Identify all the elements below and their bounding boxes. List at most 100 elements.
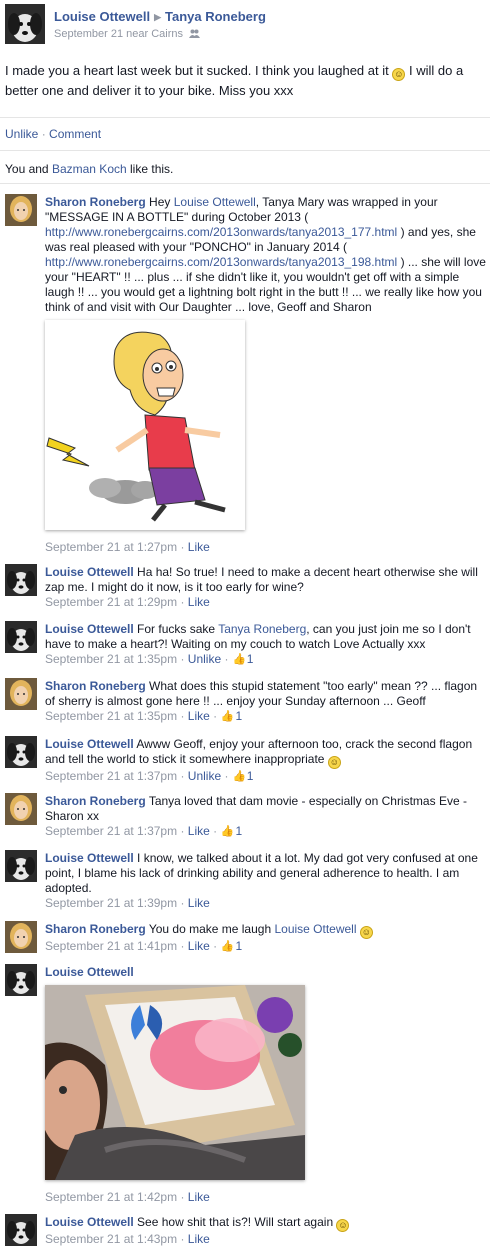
thumbs-up-icon: 👍	[232, 652, 247, 666]
comment-body: Sharon Roneberg What does this stupid st…	[45, 679, 490, 724]
comment-item: Louise Ottewell September 21 at 1:42pm ·…	[5, 964, 485, 1204]
post-actions: Unlike · Comment	[5, 127, 102, 141]
comment-author[interactable]: Sharon Roneberg	[45, 195, 146, 209]
comment-meta: September 21 at 1:43pm · Like	[45, 1232, 210, 1246]
comment-item: Louise Ottewell Awww Geoff, enjoy your a…	[5, 736, 485, 784]
thumbs-up-icon: 👍	[232, 769, 247, 783]
url-link[interactable]: http://www.ronebergcairns.com/2013onward…	[45, 225, 397, 239]
comment-meta: September 21 at 1:35pm · Like · 👍1	[45, 709, 243, 723]
comment-body: Sharon Roneberg Tanya loved that dam mov…	[45, 794, 490, 839]
heart-photo[interactable]	[45, 985, 305, 1180]
comment-timestamp[interactable]: September 21 at 1:29pm	[45, 595, 177, 609]
like-button[interactable]: Like	[188, 1190, 210, 1204]
comment-body: Louise Ottewell For fucks sake Tanya Ron…	[45, 622, 490, 667]
post-header: Louise Ottewell ▶ Tanya Roneberg September…	[0, 0, 490, 50]
comment-timestamp[interactable]: September 21 at 1:35pm	[45, 652, 177, 666]
like-button[interactable]: Like	[188, 709, 210, 723]
comment-timestamp[interactable]: September 21 at 1:43pm	[45, 1232, 177, 1246]
comment-author[interactable]: Louise Ottewell	[45, 851, 134, 865]
commenter-avatar[interactable]	[5, 921, 37, 953]
commenter-avatar[interactable]	[5, 564, 37, 596]
comment-timestamp[interactable]: September 21 at 1:42pm	[45, 1190, 177, 1204]
thumbs-up-icon: 👍	[221, 939, 235, 953]
comment-item: Louise Ottewell I know, we talked about …	[5, 850, 485, 912]
like-count[interactable]: 👍1	[232, 652, 254, 666]
comment-item: Sharon Roneberg Hey Louise Ottewell, Tan…	[5, 194, 486, 556]
unlike-button[interactable]: Unlike	[188, 769, 221, 783]
commenter-avatar[interactable]	[5, 793, 37, 825]
arrow-right-icon: ▶	[154, 12, 161, 22]
mention-link[interactable]: Louise Ottewell	[174, 195, 256, 209]
comment-author[interactable]: Sharon Roneberg	[45, 922, 146, 936]
like-count[interactable]: 👍1	[220, 939, 242, 953]
post-target-link[interactable]: Tanya Roneberg	[165, 9, 266, 24]
like-button[interactable]: Like	[188, 896, 210, 910]
like-count[interactable]: 👍1	[232, 769, 254, 783]
post-timestamp[interactable]: September 21 near Cairns	[54, 28, 183, 40]
comment-timestamp[interactable]: September 21 at 1:37pm	[45, 769, 177, 783]
comment-author[interactable]: Sharon Roneberg	[45, 794, 146, 808]
post-meta: September 21 near Cairns	[54, 28, 201, 40]
comment-author[interactable]: Louise Ottewell	[45, 737, 134, 751]
divider	[0, 183, 490, 184]
comment-body: Louise Ottewell Awww Geoff, enjoy your a…	[45, 737, 490, 784]
like-count[interactable]: 👍1	[220, 824, 242, 838]
comment-body: Sharon Roneberg Hey Louise Ottewell, Tan…	[45, 195, 486, 314]
comment-author[interactable]: Sharon Roneberg	[45, 679, 146, 693]
comment-author[interactable]: Louise Ottewell	[45, 565, 134, 579]
comment-timestamp[interactable]: September 21 at 1:35pm	[45, 709, 177, 723]
comment-meta: September 21 at 1:42pm · Like	[45, 1190, 210, 1204]
comment-body: Louise Ottewell I know, we talked about …	[45, 851, 490, 911]
comment-body: Louise Ottewell See how shit that is?! W…	[45, 1215, 490, 1247]
commenter-avatar[interactable]	[5, 964, 37, 996]
post-names: Louise Ottewell ▶ Tanya Roneberg	[54, 9, 266, 24]
like-button[interactable]: Like	[188, 540, 210, 554]
like-button[interactable]: Like	[188, 595, 210, 609]
liker-link[interactable]: Bazman Koch	[52, 162, 127, 176]
like-count[interactable]: 👍1	[220, 709, 242, 723]
mention-link[interactable]: Tanya Roneberg	[218, 622, 306, 636]
commenter-avatar[interactable]	[5, 621, 37, 653]
comment-author[interactable]: Louise Ottewell	[45, 1215, 134, 1229]
divider	[0, 150, 490, 151]
thumbs-up-icon: 👍	[221, 824, 235, 838]
comment-item: Louise Ottewell Ha ha! So true! I need t…	[5, 564, 485, 612]
smiley-icon: ☺	[336, 1219, 350, 1232]
commenter-avatar[interactable]	[5, 194, 37, 226]
comment-author[interactable]: Louise Ottewell	[45, 622, 134, 636]
comment-body: Sharon Roneberg You do make me laugh Lou…	[45, 922, 490, 954]
comment-item: Sharon Roneberg You do make me laugh Lou…	[5, 921, 485, 957]
url-link[interactable]: http://www.ronebergcairns.com/2013onward…	[45, 255, 397, 269]
thumbs-up-icon: 👍	[221, 709, 235, 723]
comment-meta: September 21 at 1:41pm · Like · 👍1	[45, 939, 243, 953]
avatar[interactable]	[5, 4, 45, 44]
like-button[interactable]: Like	[188, 939, 210, 953]
comment-body: Louise Ottewell Ha ha! So true! I need t…	[45, 565, 490, 610]
commenter-avatar[interactable]	[5, 736, 37, 768]
cartoon-image[interactable]	[45, 320, 245, 530]
commenter-avatar[interactable]	[5, 850, 37, 882]
commenter-avatar[interactable]	[5, 1214, 37, 1246]
comment-button[interactable]: Comment	[49, 127, 101, 141]
unlike-button[interactable]: Unlike	[5, 127, 38, 141]
comment-item: Louise Ottewell See how shit that is?! W…	[5, 1214, 485, 1250]
comment-timestamp[interactable]: September 21 at 1:27pm	[45, 540, 177, 554]
comment-meta: September 21 at 1:39pm · Like	[45, 896, 210, 910]
comment-item: Sharon Roneberg What does this stupid st…	[5, 678, 485, 726]
friends-audience-icon[interactable]	[189, 29, 201, 38]
unlike-button[interactable]: Unlike	[188, 652, 221, 666]
mention-link[interactable]: Louise Ottewell	[274, 922, 356, 936]
comment-item: Sharon Roneberg Tanya loved that dam mov…	[5, 793, 485, 841]
like-button[interactable]: Like	[188, 1232, 210, 1246]
smiley-icon: ☺	[359, 926, 373, 939]
like-button[interactable]: Like	[188, 824, 210, 838]
comment-timestamp[interactable]: September 21 at 1:39pm	[45, 896, 177, 910]
comment-timestamp[interactable]: September 21 at 1:37pm	[45, 824, 177, 838]
smiley-icon: ☺	[327, 756, 341, 769]
commenter-avatar[interactable]	[5, 678, 37, 710]
comment-meta: September 21 at 1:37pm · Like · 👍1	[45, 824, 243, 838]
post-author-link[interactable]: Louise Ottewell	[54, 9, 150, 24]
comment-meta: September 21 at 1:35pm · Unlike · 👍1	[45, 652, 254, 666]
comment-author[interactable]: Louise Ottewell	[45, 965, 134, 979]
comment-timestamp[interactable]: September 21 at 1:41pm	[45, 939, 177, 953]
